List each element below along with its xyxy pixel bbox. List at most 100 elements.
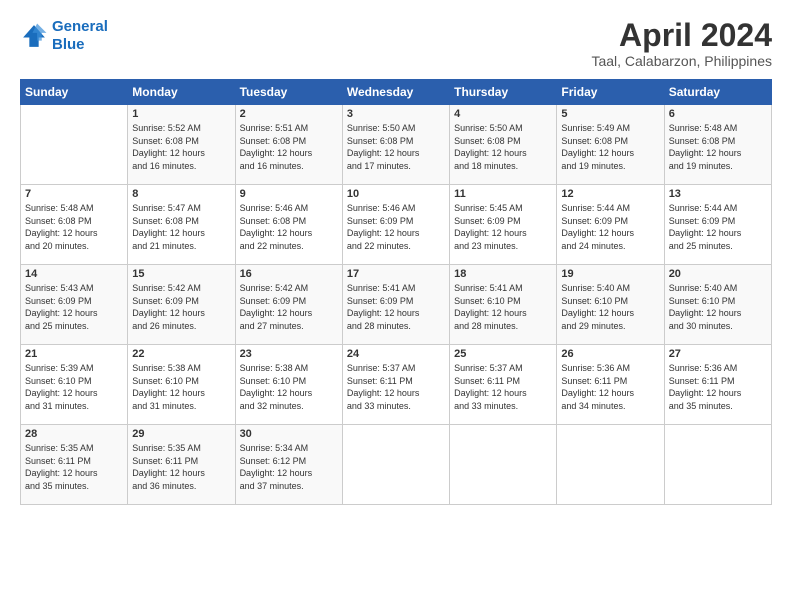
day-content: Sunrise: 5:38 AM Sunset: 6:10 PM Dayligh…	[240, 362, 338, 412]
calendar-cell: 17 Sunrise: 5:41 AM Sunset: 6:09 PM Dayli…	[342, 265, 449, 345]
day-content: Sunrise: 5:35 AM Sunset: 6:11 PM Dayligh…	[25, 442, 123, 492]
day-number: 7	[25, 188, 123, 200]
calendar-cell: 20Sunrise: 5:40 AM Sunset: 6:10 PM Dayli…	[664, 265, 771, 345]
calendar-cell: 24 Sunrise: 5:37 AM Sunset: 6:11 PM Dayli…	[342, 345, 449, 425]
day-number: 12	[561, 188, 659, 200]
day-number: 6	[669, 108, 767, 120]
calendar-cell: 30Sunrise: 5:34 AM Sunset: 6:12 PM Dayli…	[235, 425, 342, 505]
day-content: Sunrise: 5:48 AM Sunset: 6:08 PM Dayligh…	[25, 202, 123, 252]
logo: General Blue	[20, 18, 108, 54]
calendar-cell: 22 Sunrise: 5:38 AM Sunset: 6:10 PM Dayli…	[128, 345, 235, 425]
day-number: 22	[132, 348, 230, 360]
calendar-week-2: 7 Sunrise: 5:48 AM Sunset: 6:08 PM Daylig…	[21, 185, 772, 265]
calendar-cell: 26Sunrise: 5:36 AM Sunset: 6:11 PM Dayli…	[557, 345, 664, 425]
day-content: Sunrise: 5:44 AM Sunset: 6:09 PM Dayligh…	[561, 202, 659, 252]
day-content: Sunrise: 5:46 AM Sunset: 6:08 PM Dayligh…	[240, 202, 338, 252]
day-number: 27	[669, 348, 767, 360]
day-content: Sunrise: 5:46 AM Sunset: 6:09 PM Dayligh…	[347, 202, 445, 252]
day-number: 14	[25, 268, 123, 280]
calendar-week-1: 1 Sunrise: 5:52 AM Sunset: 6:08 PM Daylig…	[21, 105, 772, 185]
day-number: 11	[454, 188, 552, 200]
header-row: General Blue April 2024 Taal, Calabarzon…	[20, 18, 772, 69]
calendar-cell: 19 Sunrise: 5:40 AM Sunset: 6:10 PM Dayli…	[557, 265, 664, 345]
day-content: Sunrise: 5:41 AM Sunset: 6:09 PM Dayligh…	[347, 282, 445, 332]
header-thursday: Thursday	[450, 80, 557, 105]
header-saturday: Saturday	[664, 80, 771, 105]
calendar-cell: 12 Sunrise: 5:44 AM Sunset: 6:09 PM Dayli…	[557, 185, 664, 265]
day-content: Sunrise: 5:35 AM Sunset: 6:11 PM Dayligh…	[132, 442, 230, 492]
day-number: 13	[669, 188, 767, 200]
calendar-cell	[450, 425, 557, 505]
logo-line2: Blue	[52, 36, 85, 53]
calendar-week-5: 28 Sunrise: 5:35 AM Sunset: 6:11 PM Dayli…	[21, 425, 772, 505]
calendar-cell: 5 Sunrise: 5:49 AM Sunset: 6:08 PM Daylig…	[557, 105, 664, 185]
calendar-cell	[342, 425, 449, 505]
day-content: Sunrise: 5:51 AM Sunset: 6:08 PM Dayligh…	[240, 122, 338, 172]
day-content: Sunrise: 5:49 AM Sunset: 6:08 PM Dayligh…	[561, 122, 659, 172]
day-number: 28	[25, 428, 123, 440]
calendar-cell: 25 Sunrise: 5:37 AM Sunset: 6:11 PM Dayli…	[450, 345, 557, 425]
day-content: Sunrise: 5:38 AM Sunset: 6:10 PM Dayligh…	[132, 362, 230, 412]
calendar-cell: 27 Sunrise: 5:36 AM Sunset: 6:11 PM Dayli…	[664, 345, 771, 425]
calendar-cell: 6 Sunrise: 5:48 AM Sunset: 6:08 PM Daylig…	[664, 105, 771, 185]
calendar-subtitle: Taal, Calabarzon, Philippines	[591, 53, 772, 69]
day-content: Sunrise: 5:39 AM Sunset: 6:10 PM Dayligh…	[25, 362, 123, 412]
calendar-cell: 16Sunrise: 5:42 AM Sunset: 6:09 PM Dayli…	[235, 265, 342, 345]
calendar-week-3: 14Sunrise: 5:43 AM Sunset: 6:09 PM Dayli…	[21, 265, 772, 345]
calendar-cell: 4 Sunrise: 5:50 AM Sunset: 6:08 PM Daylig…	[450, 105, 557, 185]
header-tuesday: Tuesday	[235, 80, 342, 105]
calendar-table: Sunday Monday Tuesday Wednesday Thursday…	[20, 79, 772, 505]
logo-line1: General	[52, 18, 108, 35]
day-content: Sunrise: 5:47 AM Sunset: 6:08 PM Dayligh…	[132, 202, 230, 252]
day-content: Sunrise: 5:44 AM Sunset: 6:09 PM Dayligh…	[669, 202, 767, 252]
day-number: 20	[669, 268, 767, 280]
page: General Blue April 2024 Taal, Calabarzon…	[0, 0, 792, 612]
day-number: 25	[454, 348, 552, 360]
calendar-cell: 7 Sunrise: 5:48 AM Sunset: 6:08 PM Daylig…	[21, 185, 128, 265]
day-number: 2	[240, 108, 338, 120]
day-content: Sunrise: 5:37 AM Sunset: 6:11 PM Dayligh…	[347, 362, 445, 412]
day-number: 19	[561, 268, 659, 280]
calendar-cell: 13 Sunrise: 5:44 AM Sunset: 6:09 PM Dayli…	[664, 185, 771, 265]
day-content: Sunrise: 5:36 AM Sunset: 6:11 PM Dayligh…	[561, 362, 659, 412]
title-block: April 2024 Taal, Calabarzon, Philippines	[591, 18, 772, 69]
day-content: Sunrise: 5:40 AM Sunset: 6:10 PM Dayligh…	[561, 282, 659, 332]
header-wednesday: Wednesday	[342, 80, 449, 105]
day-number: 24	[347, 348, 445, 360]
day-number: 10	[347, 188, 445, 200]
calendar-cell: 14Sunrise: 5:43 AM Sunset: 6:09 PM Dayli…	[21, 265, 128, 345]
calendar-header-row: Sunday Monday Tuesday Wednesday Thursday…	[21, 80, 772, 105]
header-sunday: Sunday	[21, 80, 128, 105]
day-content: Sunrise: 5:36 AM Sunset: 6:11 PM Dayligh…	[669, 362, 767, 412]
day-content: Sunrise: 5:52 AM Sunset: 6:08 PM Dayligh…	[132, 122, 230, 172]
logo-text: General Blue	[52, 18, 108, 54]
day-number: 8	[132, 188, 230, 200]
calendar-cell: 1 Sunrise: 5:52 AM Sunset: 6:08 PM Daylig…	[128, 105, 235, 185]
calendar-cell: 8 Sunrise: 5:47 AM Sunset: 6:08 PM Daylig…	[128, 185, 235, 265]
calendar-cell: 9 Sunrise: 5:46 AM Sunset: 6:08 PM Daylig…	[235, 185, 342, 265]
day-number: 9	[240, 188, 338, 200]
calendar-cell: 18 Sunrise: 5:41 AM Sunset: 6:10 PM Dayli…	[450, 265, 557, 345]
day-number: 5	[561, 108, 659, 120]
day-content: Sunrise: 5:50 AM Sunset: 6:08 PM Dayligh…	[454, 122, 552, 172]
header-monday: Monday	[128, 80, 235, 105]
day-content: Sunrise: 5:45 AM Sunset: 6:09 PM Dayligh…	[454, 202, 552, 252]
day-content: Sunrise: 5:41 AM Sunset: 6:10 PM Dayligh…	[454, 282, 552, 332]
day-number: 4	[454, 108, 552, 120]
calendar-cell	[664, 425, 771, 505]
day-number: 1	[132, 108, 230, 120]
day-content: Sunrise: 5:37 AM Sunset: 6:11 PM Dayligh…	[454, 362, 552, 412]
day-number: 17	[347, 268, 445, 280]
calendar-week-4: 21Sunrise: 5:39 AM Sunset: 6:10 PM Dayli…	[21, 345, 772, 425]
day-content: Sunrise: 5:48 AM Sunset: 6:08 PM Dayligh…	[669, 122, 767, 172]
calendar-cell: 15 Sunrise: 5:42 AM Sunset: 6:09 PM Dayli…	[128, 265, 235, 345]
day-content: Sunrise: 5:42 AM Sunset: 6:09 PM Dayligh…	[240, 282, 338, 332]
day-number: 18	[454, 268, 552, 280]
day-number: 23	[240, 348, 338, 360]
day-number: 15	[132, 268, 230, 280]
calendar-cell: 29Sunrise: 5:35 AM Sunset: 6:11 PM Dayli…	[128, 425, 235, 505]
calendar-cell	[557, 425, 664, 505]
day-content: Sunrise: 5:34 AM Sunset: 6:12 PM Dayligh…	[240, 442, 338, 492]
day-content: Sunrise: 5:42 AM Sunset: 6:09 PM Dayligh…	[132, 282, 230, 332]
header-friday: Friday	[557, 80, 664, 105]
